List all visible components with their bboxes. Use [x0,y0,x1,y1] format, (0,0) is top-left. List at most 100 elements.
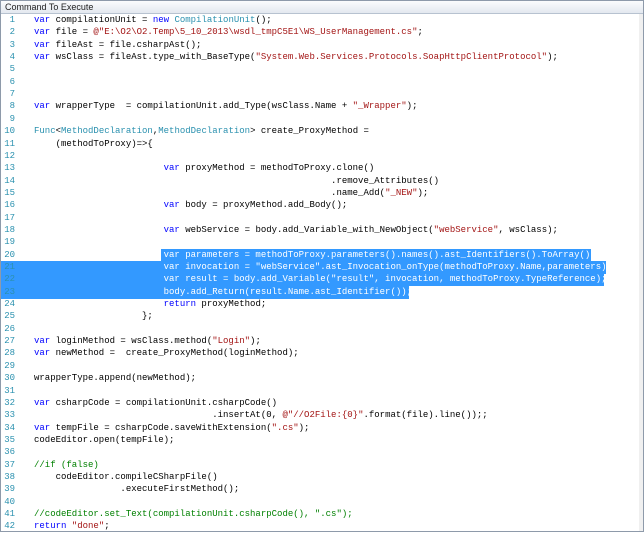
code-line[interactable]: 13 var proxyMethod = methodToProxy.clone… [1,162,631,175]
code-text: .remove_Attributes() [34,175,440,186]
code-line[interactable]: 2 var file = @"E:\O2\O2.Temp\5_10_2013\ws… [1,26,631,39]
code-text: var csharpCode = compilationUnit.csharpC… [34,397,278,408]
window-titlebar: Command To Execute [1,1,643,14]
line-number: 42 [4,521,15,532]
code-line[interactable]: 22 var result = body.add_Variable("resul… [1,273,631,287]
code-line[interactable]: 14 .remove_Attributes() [1,175,631,188]
code-line[interactable]: 30 wrapperType.append(newMethod); [1,372,631,385]
line-number: 5 [9,64,15,75]
window-title: Command To Execute [5,2,94,12]
code-editor[interactable]: 1 var compilationUnit = new CompilationUn… [1,14,639,531]
code-line[interactable]: 41 //codeEditor.set_Text(compilationUnit.… [1,508,631,521]
code-text: var file = @"E:\O2\O2.Temp\5_10_2013\wsd… [34,27,423,38]
code-line[interactable]: 20 var parameters = methodToProxy.parame… [1,248,631,262]
line-number: 24 [4,299,15,310]
code-line[interactable]: 5 [1,63,631,76]
code-line[interactable]: 37 //if (false) [1,459,631,472]
code-line[interactable]: 4 var wsClass = fileAst.type_with_BaseTyp… [1,51,631,64]
code-line[interactable]: 18 var webService = body.add_Variable_wi… [1,224,631,237]
line-number: 13 [4,163,15,174]
code-line[interactable]: 42 return "done"; [1,520,631,533]
code-text: var wrapperType = compilationUnit.add_Ty… [34,101,418,112]
line-number: 39 [4,484,15,495]
line-number: 1 [9,15,15,25]
command-window: Command To Execute 1 var compilationUnit … [0,0,644,532]
code-line[interactable]: 21 var invocation = "webService".ast_Inv… [1,261,631,274]
line-number: 32 [4,397,15,408]
code-line[interactable]: 31 [1,385,631,398]
code-text: var tempFile = csharpCode.saveWithExtens… [34,422,310,433]
line-number: 33 [4,410,15,421]
line-number: 3 [9,39,15,50]
code-line[interactable]: 28 var newMethod = create_ProxyMethod(log… [1,347,631,360]
line-number: 28 [4,348,15,359]
line-number: 17 [4,212,15,223]
code-text: var loginMethod = wsClass.method("Login"… [34,336,261,347]
code-text: }; [34,311,153,322]
line-number: 30 [4,373,15,384]
line-number: 7 [9,89,15,100]
line-number: 9 [9,113,15,124]
line-number: 23 [4,286,15,297]
code-line[interactable]: 27 var loginMethod = wsClass.method("Logi… [1,335,631,348]
vertical-scrollbar[interactable] [639,14,643,531]
code-text: var invocation = "webService".ast_Invoca… [34,262,612,272]
code-text: var result = body.add_Variable("result",… [34,274,607,285]
line-number: 36 [4,447,15,458]
line-number: 16 [4,200,15,211]
code-text: codeEditor.compileCSharpFile() [34,471,218,482]
code-line[interactable]: 39 .executeFirstMethod(); [1,483,631,496]
line-number: 21 [4,262,15,272]
line-number: 12 [4,150,15,161]
code-text: wrapperType.append(newMethod); [34,373,197,384]
code-text: var webService = body.add_Variable_with_… [163,224,558,235]
line-number: 19 [4,237,15,248]
code-text: return proxyMethod; [163,299,267,310]
code-text: //if (false) [34,459,99,470]
line-number: 8 [9,101,15,112]
code-line[interactable]: 23 body.add_Return(result.Name.ast_Ident… [1,285,631,299]
code-text: var parameters = methodToProxy.parameter… [34,249,596,260]
line-number: 25 [4,311,15,322]
line-number: 15 [4,187,15,198]
code-line[interactable]: 38 codeEditor.compileCSharpFile() [1,471,631,484]
code-text: .insertAt(0, @"//O2File:{0}".format(file… [34,410,488,421]
code-line[interactable]: 11 (methodToProxy)=>{ [1,138,631,151]
code-text: .executeFirstMethod(); [34,484,240,495]
code-line[interactable]: 29 [1,360,631,373]
code-text: .name_Add("_NEW"); [34,187,429,198]
code-text: var body = proxyMethod.add_Body(); [163,200,348,211]
line-number: 38 [4,471,15,482]
code-line[interactable]: 35 codeEditor.open(tempFile); [1,434,631,447]
line-number: 26 [4,323,15,334]
code-text: body.add_Return(result.Name.ast_Identifi… [34,286,413,297]
code-line[interactable]: 10 Func<MethodDeclaration,MethodDeclarati… [1,125,631,138]
line-number: 34 [4,422,15,433]
code-line[interactable]: 25 }; [1,310,631,323]
code-line[interactable]: 32 var csharpCode = compilationUnit.cshar… [1,397,631,410]
line-number: 2 [9,27,15,38]
code-line[interactable]: 17 [1,212,631,225]
line-number: 11 [4,138,15,149]
code-text: codeEditor.open(tempFile); [34,434,175,445]
code-text: var proxyMethod = methodToProxy.clone() [163,163,375,174]
code-line[interactable]: 7 [1,88,631,101]
line-number: 31 [4,385,15,396]
code-line[interactable]: 33 .insertAt(0, @"//O2File:{0}".format(f… [1,409,631,422]
code-line[interactable]: 6 [1,76,631,89]
code-line[interactable]: 9 [1,113,631,126]
code-line[interactable]: 8 var wrapperType = compilationUnit.add_T… [1,100,631,113]
code-line[interactable]: 1 var compilationUnit = new CompilationUn… [1,14,631,27]
code-line[interactable]: 3 var fileAst = file.csharpAst(); [1,39,631,52]
code-text: var wsClass = fileAst.type_with_BaseType… [34,52,558,63]
code-text: (methodToProxy)=>{ [34,138,153,149]
code-line[interactable]: 34 var tempFile = csharpCode.saveWithExte… [1,422,631,435]
code-line[interactable]: 36 [1,446,631,459]
code-line[interactable]: 40 [1,496,631,509]
code-line[interactable]: 15 .name_Add("_NEW"); [1,187,631,200]
code-line[interactable]: 24 return proxyMethod; [1,298,631,311]
code-line[interactable]: 16 var body = proxyMethod.add_Body(); [1,199,631,212]
code-line[interactable]: 12 [1,150,631,163]
code-line[interactable]: 19 [1,236,631,249]
code-line[interactable]: 26 [1,323,631,336]
